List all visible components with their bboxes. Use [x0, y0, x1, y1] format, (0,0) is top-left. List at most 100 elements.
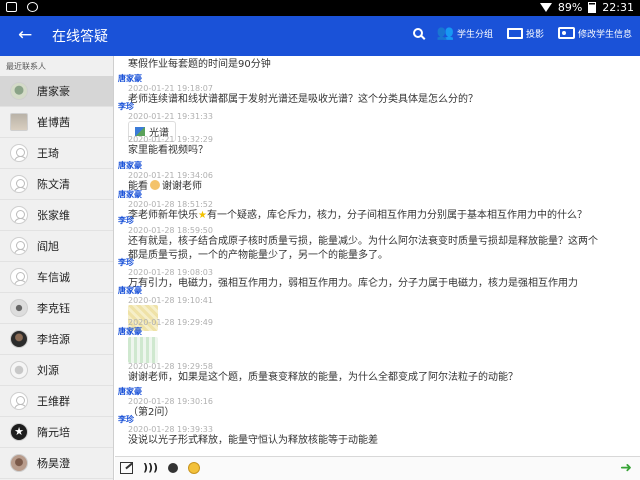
page-title: 在线答疑: [52, 29, 108, 45]
message-time: 2020-01-21 19:32:29: [128, 135, 213, 144]
notification-icon: [27, 2, 38, 12]
edit-student-info-label: 修改学生信息: [577, 29, 632, 40]
contact-item[interactable]: 李培源: [0, 324, 113, 355]
edit-student-info-button[interactable]: 修改学生信息: [557, 27, 632, 40]
message-time: 2020-01-28 19:30:16: [128, 397, 213, 406]
student-group-button[interactable]: 👥 学生分组: [437, 26, 493, 40]
message-sender: 李珍: [118, 216, 134, 225]
recent-contacts-header: 最近联系人: [6, 62, 46, 71]
message-sender: 李珍: [118, 258, 134, 267]
battery-percent: 89%: [557, 1, 583, 14]
message-sender: 唐家豪: [118, 286, 142, 295]
avatar: [10, 82, 28, 100]
avatar: [10, 113, 28, 131]
send-icon[interactable]: ➜: [620, 460, 632, 476]
message-time: 2020-01-28 19:29:58: [128, 362, 213, 371]
contact-item[interactable]: 李克钰: [0, 293, 113, 324]
app-bar: ← 在线答疑 👥 学生分组 投影 修改学生信息: [0, 16, 640, 56]
status-bar: 89% 22:31: [0, 0, 640, 16]
message-text: 还有就是，核子结合成原子核时质量亏损，能量减少。为什么阿尔法衰变时质量亏损却是释…: [128, 236, 598, 247]
contacts-sidebar: 最近联系人 唐家豪 崔博茜 王琦 陈文清 张家维 阎旭 车信诚 李克钰 李培源 …: [0, 56, 114, 480]
contact-name: 李培源: [37, 333, 70, 346]
contact-name: 王维群: [37, 395, 70, 408]
contact-item[interactable]: 崔博茜: [0, 107, 113, 138]
message-text: 寒假作业每套题的时间是90分钟: [128, 59, 271, 70]
contact-item[interactable]: 陈文清: [0, 169, 113, 200]
contact-item[interactable]: 王维群: [0, 386, 113, 417]
group-icon: 👥: [436, 25, 454, 41]
clock: 22:31: [602, 1, 634, 14]
message-time: 2020-01-28 19:39:33: [128, 425, 213, 434]
voice-icon[interactable]: ))): [143, 461, 158, 474]
message-time: 2020-01-21 19:31:33: [128, 112, 213, 121]
edit-icon[interactable]: [120, 461, 133, 474]
wifi-icon: [539, 3, 552, 12]
chat-message: 2020-01-28 19:29:58 谢谢老师，如果是这个题，质量衰变释放的能…: [115, 362, 518, 385]
search-button[interactable]: [412, 28, 423, 38]
contact-name: 崔博茜: [37, 116, 70, 129]
avatar: ★: [10, 423, 28, 441]
chat-message: 唐家豪: [115, 326, 158, 363]
message-text: 谢谢老师，如果是这个题，质量衰变释放的能量，为什么全都变成了阿尔法粒子的动能？: [128, 372, 518, 383]
contact-item[interactable]: 刘源: [0, 355, 113, 386]
chat-area[interactable]: 寒假作业每套题的时间是90分钟 唐家豪 2020-01-21 19:18:07 …: [115, 56, 640, 456]
contact-item[interactable]: 阎旭: [0, 231, 113, 262]
message-sender: 唐家豪: [118, 387, 142, 396]
message-time: 2020-01-28 19:10:41: [128, 296, 213, 305]
message-time: 2020-01-21 19:18:07: [128, 84, 213, 93]
contact-item[interactable]: 杨昊澄: [0, 448, 113, 479]
message-time: 2020-01-28 18:59:50: [128, 226, 213, 235]
projection-label: 投影: [525, 29, 544, 40]
image-thumbnail[interactable]: [128, 337, 158, 363]
avatar: [10, 175, 28, 193]
emoji-icon[interactable]: [188, 461, 201, 474]
contact-name: 杨昊澄: [37, 457, 70, 470]
avatar: [10, 299, 28, 317]
avatar: [10, 144, 28, 162]
avatar: [10, 237, 28, 255]
record-icon[interactable]: [168, 462, 179, 473]
message-sender: 李珍: [118, 102, 134, 111]
projection-button[interactable]: 投影: [506, 27, 544, 40]
contact-name: 陈文清: [37, 178, 70, 191]
message-sender: 唐家豪: [118, 74, 142, 83]
avatar: [10, 330, 28, 348]
contact-item[interactable]: 车信诚: [0, 262, 113, 293]
student-group-label: 学生分组: [456, 29, 493, 40]
contact-name: 车信诚: [37, 271, 70, 284]
contact-name: 隋元培: [37, 426, 70, 439]
message-sender: 李珍: [118, 415, 134, 424]
message-text: 没说以光子形式释放，能量守恒认为释放核能等于动能差: [128, 435, 378, 446]
contact-item[interactable]: 张家维: [0, 200, 113, 231]
contact-name: 张家维: [37, 209, 70, 222]
avatar: [10, 206, 28, 224]
contact-name: 阎旭: [37, 240, 59, 253]
chat-message: 2020-01-21 19:32:29 家里能看视频吗？: [115, 135, 213, 158]
contact-name: 唐家豪: [37, 85, 70, 98]
message-time: 2020-01-28 18:51:52: [128, 200, 213, 209]
battery-icon: [588, 2, 597, 13]
contact-item[interactable]: 王琦: [0, 138, 113, 169]
contact-name: 李克钰: [37, 302, 70, 315]
screen-icon: [506, 27, 523, 39]
search-icon: [412, 28, 423, 38]
avatar: [10, 392, 28, 410]
message-text: 家里能看视频吗？: [128, 145, 208, 156]
contact-item[interactable]: 唐家豪: [0, 76, 113, 107]
contact-name: 刘源: [37, 364, 59, 377]
chat-message: 李珍 2020-01-28 19:39:33 没说以光子形式释放，能量守恒认为释…: [115, 414, 378, 448]
message-time: 2020-01-28 19:08:03: [128, 268, 213, 277]
message-time: 2020-01-21 19:34:06: [128, 171, 213, 180]
id-card-icon: [557, 27, 575, 39]
app-bar-actions: 👥 学生分组 投影 修改学生信息: [412, 26, 632, 40]
photo-notification-icon: [6, 2, 17, 12]
chat-message: 李珍 2020-01-28 18:59:50 还有就是，核子结合成原子核时质量亏…: [115, 215, 598, 263]
chat-message: 寒假作业每套题的时间是90分钟: [115, 58, 271, 72]
avatar: [10, 268, 28, 286]
avatar: [10, 361, 28, 379]
avatar: [10, 454, 28, 472]
input-bar: ))) ➜: [115, 456, 640, 480]
message-sender: 唐家豪: [118, 161, 142, 170]
arrow-left-icon[interactable]: ←: [18, 25, 32, 45]
contact-item[interactable]: ★ 隋元培: [0, 417, 113, 448]
